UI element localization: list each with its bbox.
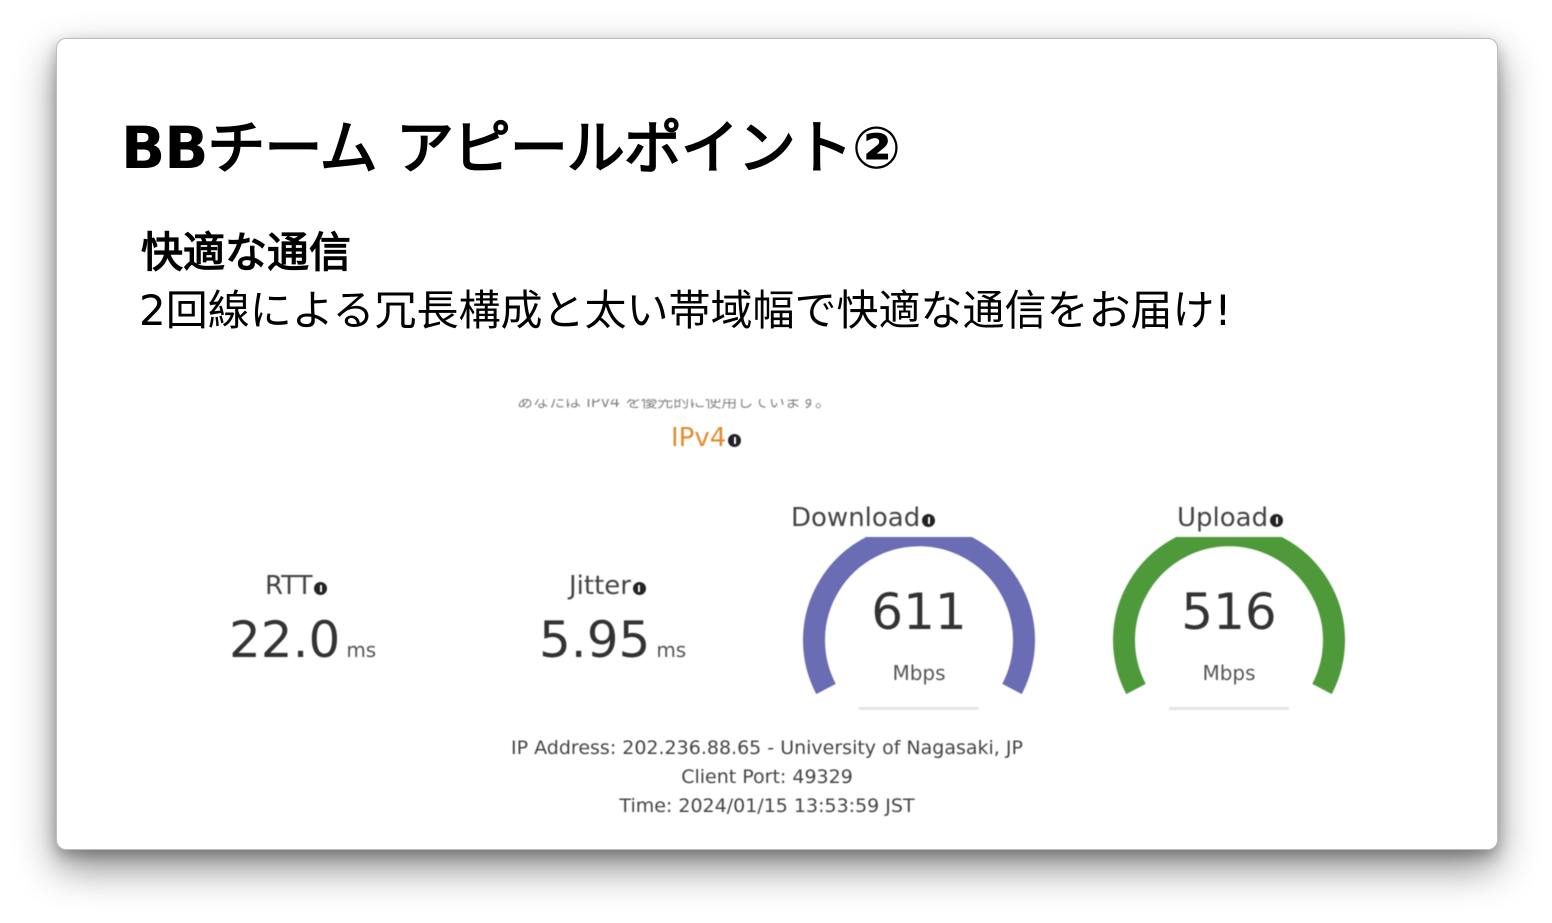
- download-unit: Mbps: [892, 661, 946, 685]
- jitter-label: Jitter: [569, 571, 646, 601]
- slide-body-text: 2回線による冗長構成と太い帯域幅で快適な通信をお届け!: [139, 286, 1232, 335]
- protocol-text: IPv4: [671, 423, 727, 453]
- rtt-value-number: 22.0: [229, 611, 341, 669]
- info-icon[interactable]: [632, 582, 646, 595]
- upload-value: 516: [1181, 583, 1277, 641]
- speedtest-screenshot: あなたは IPv4 を優先的に使用しています。 IPv4 RTT 22.0 ms …: [137, 399, 1397, 819]
- client-port-text: Client Port: 49329: [681, 766, 853, 788]
- upload-unit: Mbps: [1202, 661, 1256, 685]
- upload-gauge: 516 Mbps: [1109, 537, 1349, 727]
- time-text: Time: 2024/01/15 13:53:59 JST: [619, 795, 915, 817]
- download-gauge: 611 Mbps: [799, 537, 1039, 727]
- ip-address-text: IP Address: 202.236.88.65 - University o…: [511, 737, 1023, 759]
- info-icon[interactable]: [1270, 514, 1284, 527]
- info-icon[interactable]: [922, 514, 936, 527]
- slide-title: BBチーム アピールポイント②: [121, 114, 901, 182]
- slide: BBチーム アピールポイント② 快適な通信 2回線による冗長構成と太い帯域幅で快…: [56, 38, 1498, 850]
- info-icon[interactable]: [728, 434, 742, 447]
- protocol-note: あなたは IPv4 を優先的に使用しています。: [517, 399, 832, 411]
- jitter-label-text: Jitter: [569, 571, 631, 601]
- upload-divider: [1169, 707, 1289, 710]
- jitter-value-number: 5.95: [539, 611, 651, 669]
- rtt-unit: ms: [346, 638, 377, 662]
- info-icon[interactable]: [314, 582, 328, 595]
- upload-label: Upload: [1177, 503, 1284, 533]
- upload-label-text: Upload: [1177, 503, 1269, 533]
- jitter-value: 5.95 ms: [539, 611, 686, 669]
- jitter-unit: ms: [656, 638, 687, 662]
- slide-subheading: 快適な通信: [141, 228, 352, 277]
- rtt-label-text: RTT: [265, 571, 313, 601]
- rtt-value: 22.0 ms: [229, 611, 376, 669]
- protocol-label: IPv4: [671, 423, 742, 453]
- download-value: 611: [871, 583, 967, 641]
- download-divider: [859, 707, 979, 710]
- download-label-text: Download: [791, 503, 921, 533]
- download-label: Download: [791, 503, 936, 533]
- rtt-label: RTT: [265, 571, 328, 601]
